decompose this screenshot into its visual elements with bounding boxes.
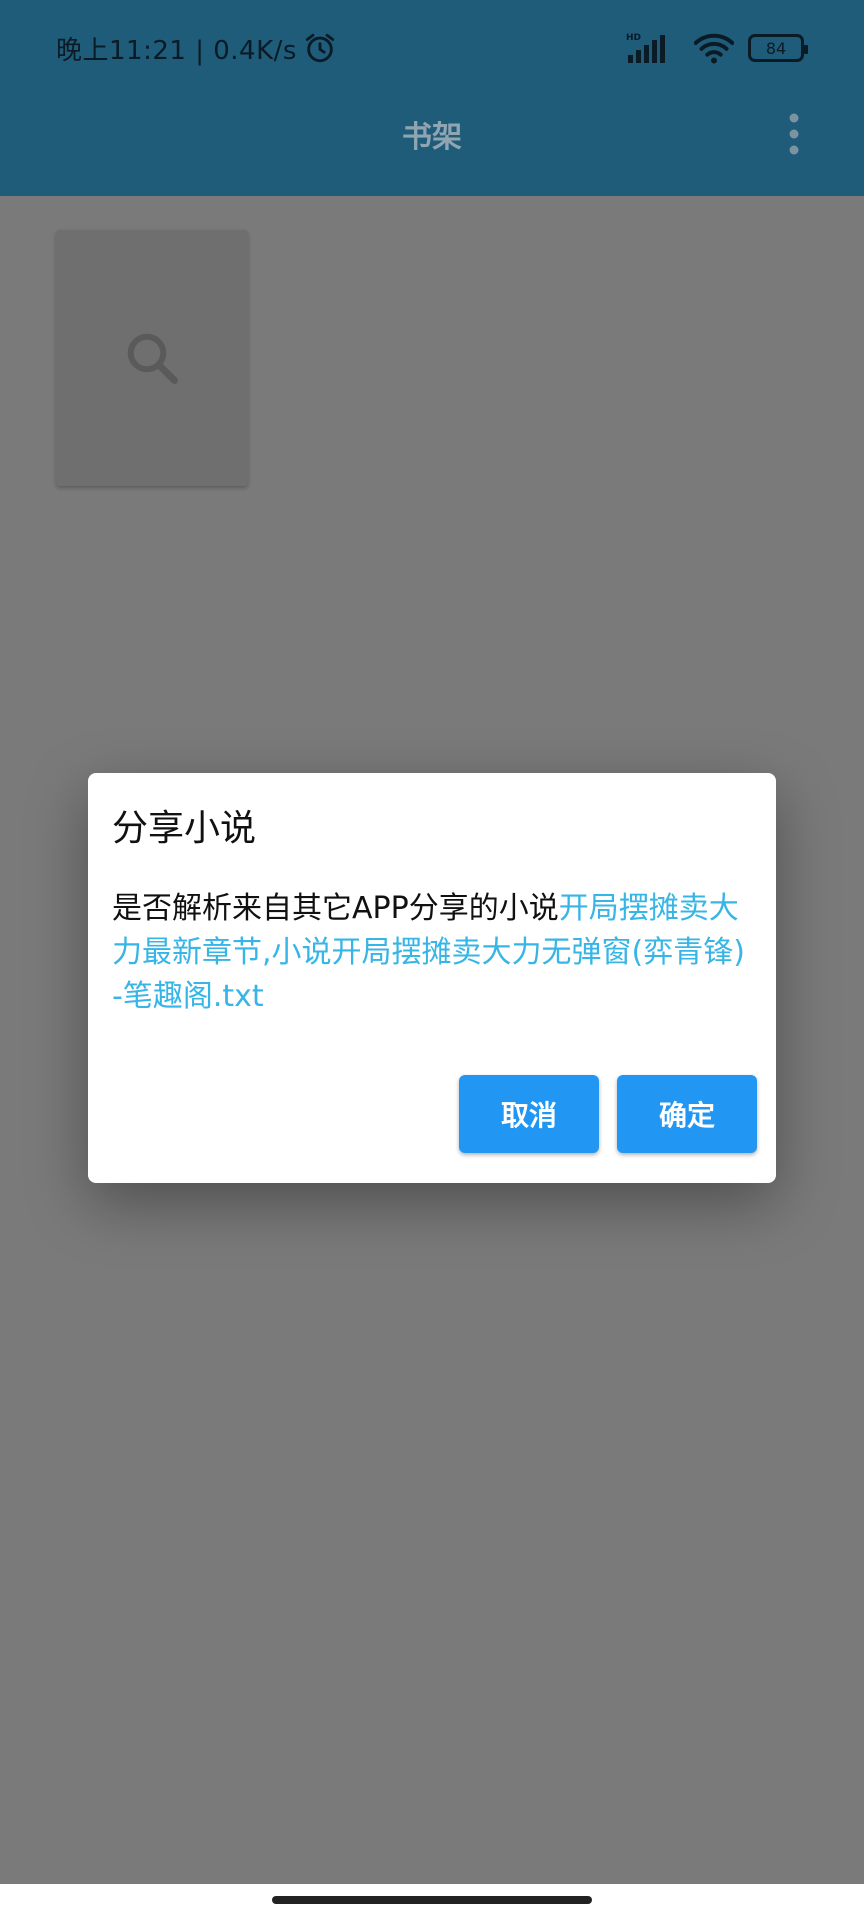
cancel-button[interactable]: 取消 <box>459 1075 599 1153</box>
navigation-bar <box>0 1884 864 1920</box>
share-novel-dialog: 分享小说 是否解析来自其它APP分享的小说开局摆摊卖大力最新章节,小说开局摆摊卖… <box>88 773 776 1183</box>
page-title: 书架 <box>402 120 462 155</box>
battery-level: 84 <box>765 38 787 58</box>
status-left: 晚上11:21 | 0.4K/s <box>56 28 337 68</box>
app-bar: 晚上11:21 | 0.4K/s HD 84 书架 <box>0 0 864 196</box>
svg-text:HD: HD <box>626 33 641 43</box>
hd-signal-icon: HD <box>626 33 665 63</box>
status-right: HD 84 <box>626 28 808 68</box>
status-bar: 晚上11:21 | 0.4K/s HD 84 <box>0 0 864 96</box>
wifi-icon <box>694 33 734 64</box>
bookshelf-search-card[interactable] <box>56 230 248 486</box>
dialog-message-prefix: 是否解析来自其它APP分享的小说 <box>112 891 559 926</box>
dialog-message: 是否解析来自其它APP分享的小说开局摆摊卖大力最新章节,小说开局摆摊卖大力无弹窗… <box>112 887 752 1019</box>
status-time-speed: 晚上11:21 | 0.4K/s <box>56 35 297 66</box>
battery-icon: 84 <box>748 34 808 62</box>
more-vert-icon[interactable] <box>784 112 804 156</box>
dialog-title: 分享小说 <box>112 808 257 849</box>
search-icon <box>127 333 178 384</box>
home-indicator[interactable] <box>272 1896 592 1904</box>
alarm-icon <box>305 33 335 63</box>
confirm-button[interactable]: 确定 <box>617 1075 757 1153</box>
